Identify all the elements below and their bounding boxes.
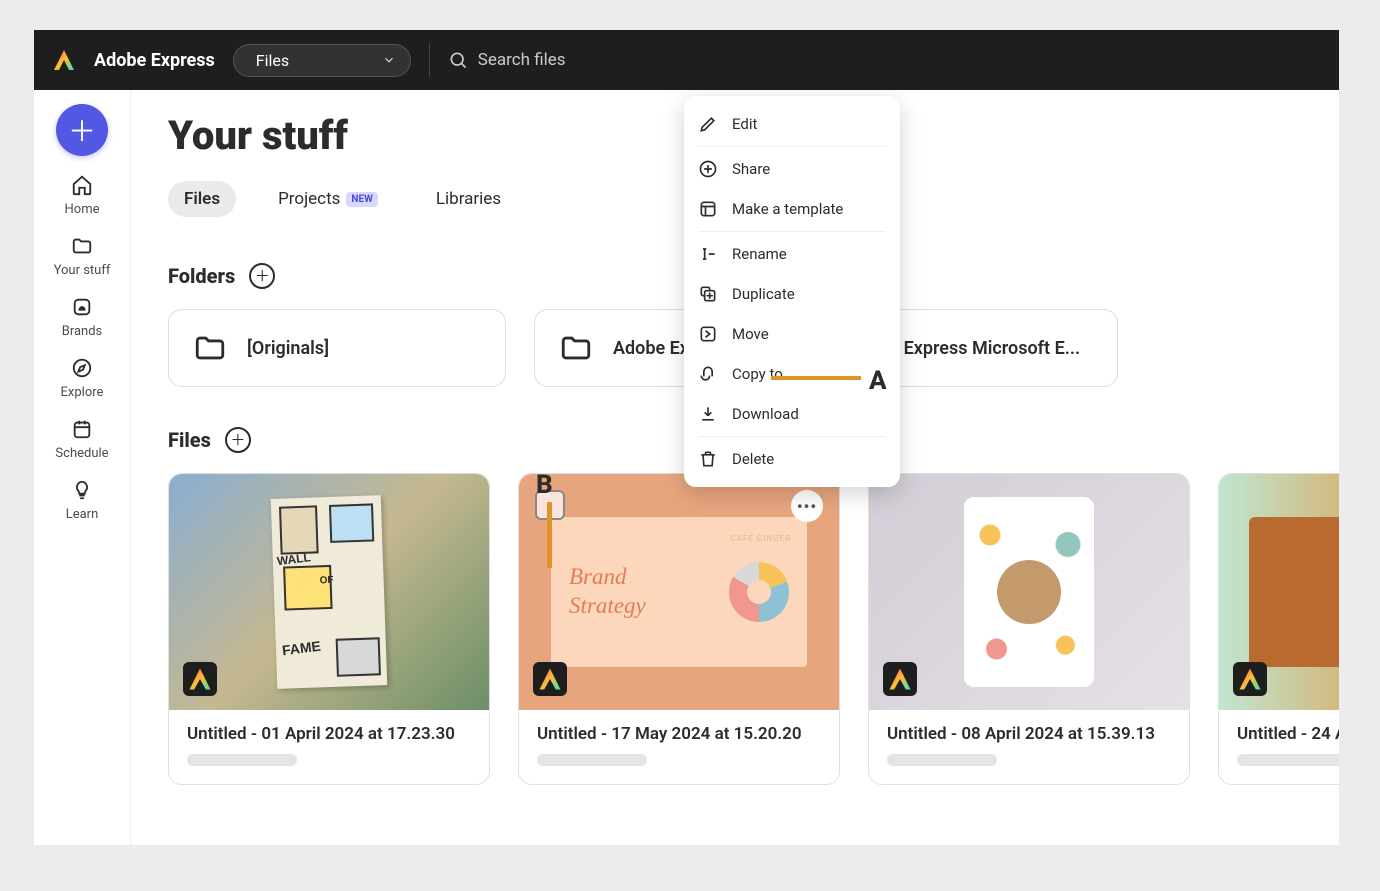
compass-icon <box>71 357 93 379</box>
search-placeholder: Search files <box>478 50 566 70</box>
file-title: Untitled - 08 April 2024 at 15.39.13 <box>887 724 1171 744</box>
add-folder-button[interactable]: ＋ <box>249 263 275 289</box>
chevron-down-icon <box>382 53 396 67</box>
files-dropdown[interactable]: Files <box>233 44 411 77</box>
context-menu: Edit Share Make a template Rename Duplic… <box>684 96 900 487</box>
folder-icon <box>71 235 93 257</box>
template-icon <box>698 199 718 219</box>
search-field[interactable]: Search files <box>448 50 566 70</box>
thumbnail: WALL OF FAME <box>169 474 489 710</box>
annotation-label-a: A <box>869 366 887 396</box>
adobe-express-icon <box>533 662 567 696</box>
calendar-icon <box>71 418 93 440</box>
adobe-express-icon <box>183 662 217 696</box>
delete-icon <box>698 449 718 469</box>
donut-chart-icon <box>729 562 789 622</box>
app-window: Adobe Express Files Search files ＋ Home … <box>34 30 1339 845</box>
share-icon <box>698 159 718 179</box>
card-options-button[interactable]: ••• <box>791 490 823 522</box>
ctx-copy-to[interactable]: Copy to <box>684 354 900 394</box>
thumbnail <box>1219 474 1339 710</box>
ctx-make-template[interactable]: Make a template <box>684 189 900 229</box>
lightbulb-icon <box>71 479 93 501</box>
file-title: Untitled - 24 April 2 <box>1237 724 1339 744</box>
move-icon <box>698 324 718 344</box>
sidebar-item-explore[interactable]: Explore <box>34 357 130 400</box>
thumbnail-art <box>964 497 1094 687</box>
thumbnail: ••• BrandStrategy CAFE GINGER <box>519 474 839 710</box>
annotation-line-a <box>771 376 861 380</box>
copy-icon <box>698 364 718 384</box>
meta-skeleton <box>187 754 297 766</box>
annotation-label-b: B <box>536 470 553 500</box>
folder-icon <box>193 331 227 365</box>
folder-icon <box>559 331 593 365</box>
files-row: WALL OF FAME Untitled - 01 April 2024 at… <box>168 473 1339 785</box>
ctx-rename[interactable]: Rename <box>684 234 900 274</box>
sidebar-item-your-stuff[interactable]: Your stuff <box>34 235 130 278</box>
ctx-duplicate[interactable]: Duplicate <box>684 274 900 314</box>
search-icon <box>448 50 468 70</box>
meta-skeleton <box>537 754 647 766</box>
pencil-icon <box>698 114 718 134</box>
meta-skeleton <box>1237 754 1339 766</box>
thumbnail-art <box>1249 517 1339 667</box>
sidebar: ＋ Home Your stuff Brands Explore Schedul… <box>34 90 131 845</box>
tab-files[interactable]: Files <box>168 181 236 217</box>
adobe-express-icon <box>1233 662 1267 696</box>
home-icon <box>71 174 93 196</box>
download-icon <box>698 404 718 424</box>
adobe-express-logo-icon <box>52 48 76 72</box>
brand-name: Adobe Express <box>94 50 215 71</box>
file-card[interactable]: ••• BrandStrategy CAFE GINGER Untitled -… <box>518 473 840 785</box>
sidebar-item-learn[interactable]: Learn <box>34 479 130 522</box>
sidebar-item-brands[interactable]: Brands <box>34 296 130 339</box>
files-dropdown-label: Files <box>256 51 289 70</box>
duplicate-icon <box>698 284 718 304</box>
file-title: Untitled - 17 May 2024 at 15.20.20 <box>537 724 821 744</box>
tab-libraries[interactable]: Libraries <box>420 181 517 217</box>
ctx-download[interactable]: Download <box>684 394 900 434</box>
sidebar-item-schedule[interactable]: Schedule <box>34 418 130 461</box>
topbar: Adobe Express Files Search files <box>34 30 1339 90</box>
thumbnail-tag: CAFE GINGER <box>730 534 791 543</box>
adobe-express-icon <box>883 662 917 696</box>
sidebar-item-home[interactable]: Home <box>34 174 130 217</box>
meta-skeleton <box>887 754 997 766</box>
new-badge: NEW <box>346 192 377 207</box>
thumbnail-art: WALL OF FAME <box>271 495 388 689</box>
add-file-button[interactable]: ＋ <box>225 427 251 453</box>
divider <box>429 43 430 77</box>
ctx-edit[interactable]: Edit <box>684 104 900 144</box>
ctx-delete[interactable]: Delete <box>684 439 900 479</box>
ctx-move[interactable]: Move <box>684 314 900 354</box>
file-meta: Untitled - 17 May 2024 at 15.20.20 <box>519 710 839 784</box>
file-meta: Untitled - 08 April 2024 at 15.39.13 <box>869 710 1189 784</box>
rename-icon <box>698 244 718 264</box>
folder-originals[interactable]: [Originals] <box>168 309 506 387</box>
annotation-line-b <box>547 502 552 568</box>
create-button[interactable]: ＋ <box>56 104 108 156</box>
file-title: Untitled - 01 April 2024 at 17.23.30 <box>187 724 471 744</box>
file-card[interactable]: WALL OF FAME Untitled - 01 April 2024 at… <box>168 473 490 785</box>
file-card[interactable]: Untitled - 24 April 2 <box>1218 473 1339 785</box>
ctx-share[interactable]: Share <box>684 149 900 189</box>
tab-projects[interactable]: ProjectsNEW <box>262 181 394 217</box>
file-card[interactable]: Untitled - 08 April 2024 at 15.39.13 <box>868 473 1190 785</box>
file-meta: Untitled - 24 April 2 <box>1219 710 1339 784</box>
file-meta: Untitled - 01 April 2024 at 17.23.30 <box>169 710 489 784</box>
brands-icon <box>71 296 93 318</box>
thumbnail <box>869 474 1189 710</box>
